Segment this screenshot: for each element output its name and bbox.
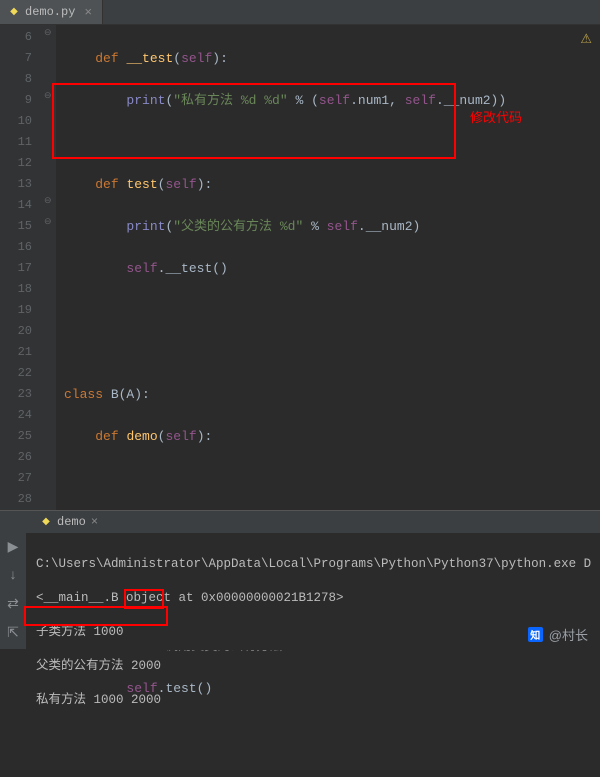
run-config-tab[interactable]: ◆ demo × <box>32 511 106 533</box>
warning-icon[interactable]: ⚠ <box>580 29 592 50</box>
watermark: 知 @村长 <box>528 625 588 644</box>
line-number-gutter: 6789101112131415161718192021222324252627… <box>0 25 42 511</box>
zhihu-logo-icon: 知 <box>528 627 543 642</box>
run-toolbar: ▶ ↓ ⇄ ⇱ <box>0 533 26 649</box>
console-output[interactable]: C:\Users\Administrator\AppData\Local\Pro… <box>26 533 600 649</box>
fold-marker-icon[interactable]: ⊖ <box>44 196 52 206</box>
watermark-text: @村长 <box>549 625 588 644</box>
code-area[interactable]: def __test(self): print("私有方法 %d %d" % (… <box>56 25 600 511</box>
rerun-icon[interactable]: ▶ <box>8 539 19 556</box>
export-icon[interactable]: ⇱ <box>7 625 19 642</box>
python-run-icon: ◆ <box>40 516 52 528</box>
filter-icon[interactable]: ⇄ <box>7 596 19 613</box>
output-line: 父类的公有方法 2000 <box>36 658 600 675</box>
run-panel: ◆ demo × ▶ ↓ ⇄ ⇱ C:\Users\Administrator\… <box>0 510 600 650</box>
tab-filename: demo.py <box>25 5 75 19</box>
file-tab-demo[interactable]: ◆ demo.py × <box>0 0 103 24</box>
stop-down-icon[interactable]: ↓ <box>9 568 17 584</box>
editor-tab-bar: ◆ demo.py × <box>0 0 600 25</box>
highlight-box-output2 <box>24 606 168 626</box>
output-line: <__main__.B object at 0x00000000021B1278… <box>36 590 600 607</box>
output-line: C:\Users\Administrator\AppData\Local\Pro… <box>36 556 600 573</box>
output-line: 私有方法 1000 2000 <box>36 692 600 709</box>
run-tab-name: demo <box>57 515 86 529</box>
code-editor[interactable]: 6789101112131415161718192021222324252627… <box>0 25 600 511</box>
output-line: 子类方法 1000 <box>36 624 600 641</box>
close-run-tab-icon[interactable]: × <box>91 515 98 529</box>
close-tab-icon[interactable]: × <box>84 5 92 20</box>
fold-marker-icon[interactable]: ⊖ <box>44 91 52 101</box>
run-tab-bar: ◆ demo × <box>0 511 600 533</box>
fold-marker-icon[interactable]: ⊖ <box>44 28 52 38</box>
fold-column: ⊖ ⊖ ⊖ ⊖ <box>42 25 56 511</box>
fold-marker-icon[interactable]: ⊖ <box>44 217 52 227</box>
python-file-icon: ◆ <box>8 6 20 18</box>
annotation-label: 修改代码 <box>470 107 522 128</box>
